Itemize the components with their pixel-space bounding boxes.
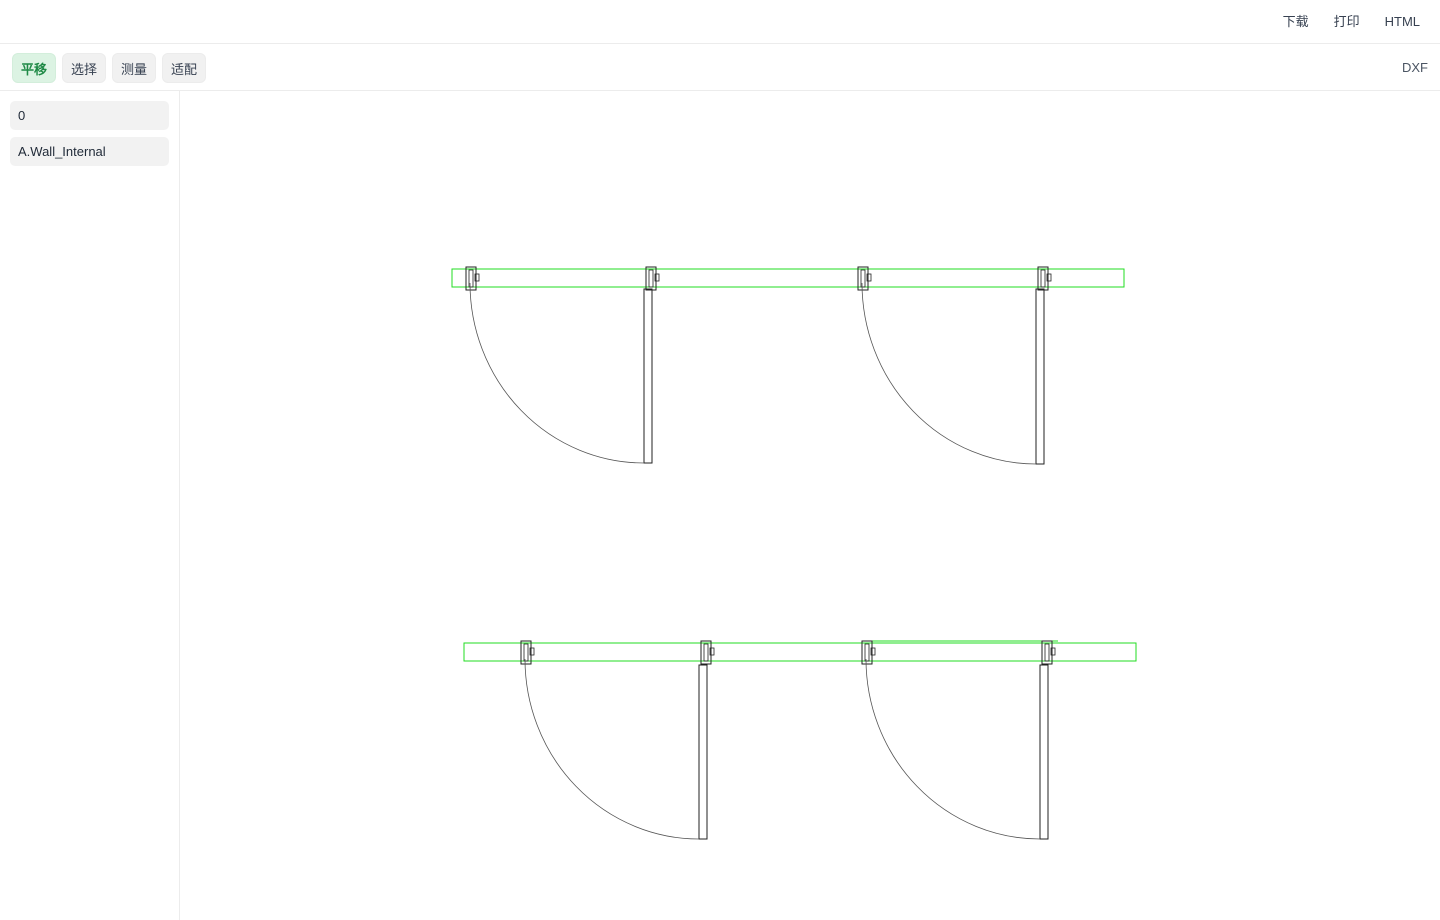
download-button[interactable]: 下载 <box>1275 0 1317 44</box>
drawing-svg[interactable] <box>180 91 1440 920</box>
door-1-leaf <box>643 288 653 464</box>
door-1-swing-arc <box>469 282 645 464</box>
select-tool-button[interactable]: 选择 <box>62 53 106 83</box>
measure-tool-button[interactable]: 测量 <box>112 53 156 83</box>
door-2-swing-arc <box>861 282 1037 465</box>
print-button[interactable]: 打印 <box>1326 0 1368 44</box>
walls-layer <box>451 268 1137 662</box>
file-format-label: DXF <box>1402 60 1428 75</box>
toolbar: 平移 选择 测量 适配 DXF <box>0 44 1440 91</box>
top-bar: 下载 打印 HTML <box>0 0 1440 44</box>
wall-bottom <box>463 642 1137 662</box>
door-1-strike-jamb-inner <box>648 269 654 288</box>
door-1-hinge-jamb-inner <box>468 269 474 288</box>
door-1 <box>465 266 660 464</box>
layer-item-wall-internal[interactable]: A.Wall_Internal <box>10 137 169 166</box>
door-4 <box>861 640 1056 840</box>
drawing-canvas[interactable] <box>180 91 1440 920</box>
fit-tool-button[interactable]: 适配 <box>162 53 206 83</box>
door-4-swing-arc <box>865 658 1041 840</box>
door-4-leaf <box>1039 664 1049 840</box>
top-actions: 下载 打印 HTML <box>1266 0 1428 44</box>
door-2-leaf <box>1035 288 1045 465</box>
door-2-hinge-jamb-inner <box>860 269 866 288</box>
door-3-leaf <box>698 664 708 840</box>
layer-item-0[interactable]: 0 <box>10 101 169 130</box>
doors-layer <box>465 266 1056 840</box>
door-4-hinge-jamb-inner <box>864 643 870 662</box>
door-2 <box>857 266 1052 465</box>
door-3-strike-jamb-inner <box>703 643 709 662</box>
door-2-strike-jamb-inner <box>1040 269 1046 288</box>
pan-tool-button[interactable]: 平移 <box>12 53 56 83</box>
layer-sidebar: 0 A.Wall_Internal <box>0 91 180 920</box>
wall-top <box>451 268 1125 288</box>
door-3-hinge-jamb-inner <box>523 643 529 662</box>
door-4-strike-jamb-inner <box>1044 643 1050 662</box>
door-3 <box>520 640 715 840</box>
export-html-button[interactable]: HTML <box>1377 0 1428 44</box>
door-3-swing-arc <box>524 658 700 840</box>
